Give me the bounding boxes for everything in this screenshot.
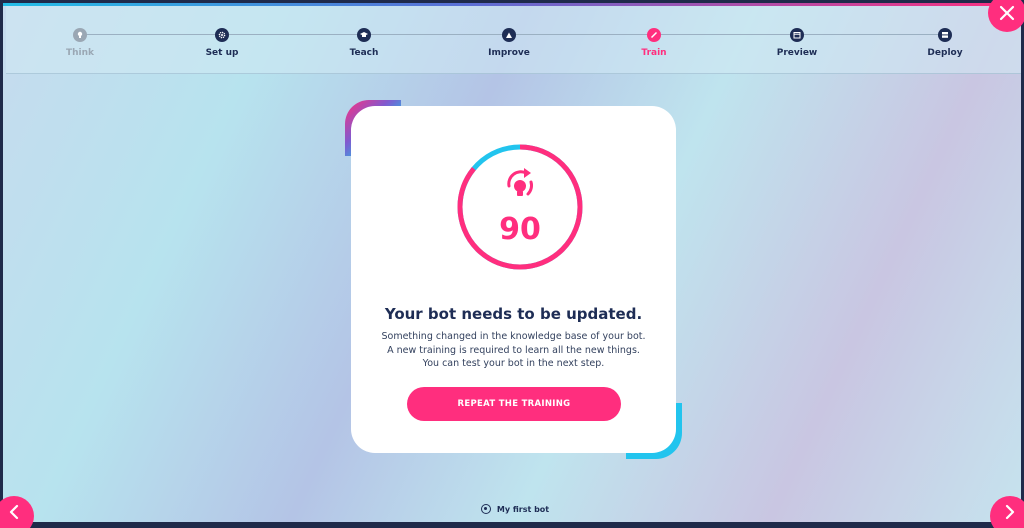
bot-icon — [480, 504, 491, 514]
step-think[interactable]: Think — [40, 28, 120, 58]
description-line: Something changed in the knowledge base … — [381, 331, 646, 342]
card-body: 90 Your bot needs to be updated. Somethi… — [351, 106, 676, 453]
close-button[interactable] — [988, 0, 1024, 32]
mountain-icon — [502, 28, 516, 42]
step-label: Teach — [349, 48, 379, 58]
server-icon — [938, 28, 952, 42]
step-train[interactable]: Train — [614, 28, 694, 58]
step-label: Preview — [776, 48, 818, 58]
retrain-bulb-icon — [507, 168, 533, 196]
pencil-icon — [647, 28, 661, 42]
training-card: 90 Your bot needs to be updated. Somethi… — [345, 100, 682, 459]
description-line: A new training is required to learn all … — [387, 344, 640, 356]
step-label: Think — [65, 48, 95, 58]
step-teach[interactable]: Teach — [324, 28, 404, 58]
close-icon — [999, 5, 1015, 21]
step-set-up[interactable]: Set up — [182, 28, 262, 58]
step-label: Set up — [205, 48, 239, 58]
step-preview[interactable]: Preview — [757, 28, 837, 58]
step-deploy[interactable]: Deploy — [905, 28, 985, 58]
gear-icon — [215, 28, 229, 42]
repeat-training-button[interactable]: REPEAT THE TRAINING — [407, 387, 621, 421]
graduation-cap-icon — [357, 28, 371, 42]
bot-selector[interactable]: My first bot — [3, 504, 1021, 514]
next-step-button[interactable] — [990, 496, 1024, 528]
step-improve[interactable]: Improve — [469, 28, 549, 58]
calendar-icon — [790, 28, 804, 42]
card-description: Something changed in the knowledge base … — [345, 330, 682, 371]
description-line: You can test your bot in the next step. — [422, 358, 605, 369]
progress-stepper: Think Set up Teach Improve Train Preview… — [6, 6, 1021, 74]
score-value: 90 — [499, 212, 541, 247]
step-label: Train — [641, 48, 667, 58]
chevron-left-icon — [9, 504, 19, 520]
step-label: Deploy — [927, 48, 963, 58]
lightbulb-icon — [73, 28, 87, 42]
app-frame: Think Set up Teach Improve Train Preview… — [0, 0, 1024, 528]
score-display: 90 — [455, 142, 585, 272]
step-label: Improve — [488, 48, 530, 58]
card-title: Your bot needs to be updated. — [384, 305, 643, 323]
bot-name: My first bot — [496, 504, 550, 514]
chevron-right-icon — [1005, 504, 1015, 520]
